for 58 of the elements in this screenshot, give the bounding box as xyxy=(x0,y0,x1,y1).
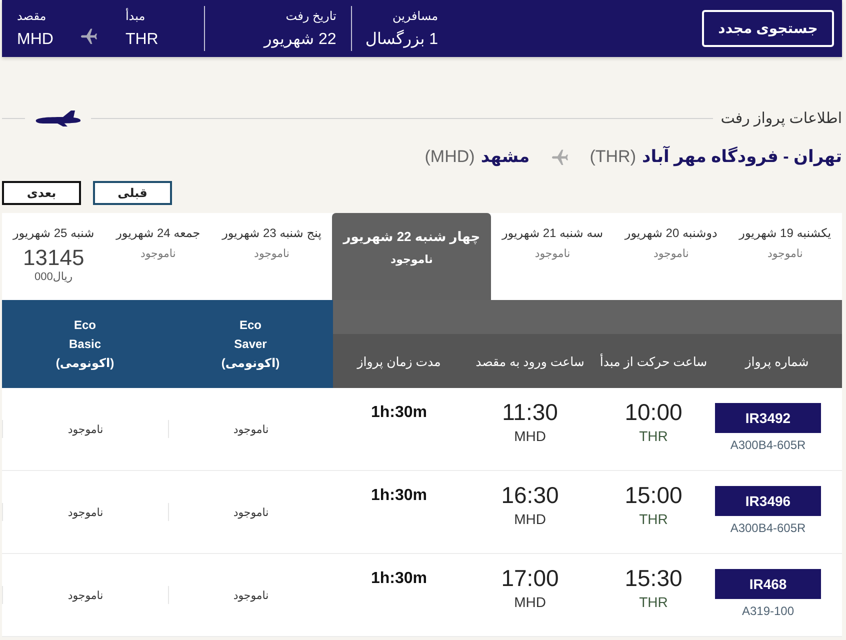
departure-time: 15:30 xyxy=(624,565,682,591)
column-header: شماره پرواز xyxy=(712,300,842,388)
flight-duration: 1h:30m xyxy=(370,486,428,506)
passengers-label: مسافرین xyxy=(392,8,438,24)
date-tab[interactable]: پنج شنبه 23 شهریور ناموجود xyxy=(211,213,332,300)
origin-value: THR xyxy=(125,30,158,48)
column-header: ساعت حرکت از مبدأ xyxy=(595,300,712,388)
origin-label: مبدأ xyxy=(125,8,146,24)
destination-code: (MHD) xyxy=(424,147,475,167)
arrival-airport: MHD xyxy=(514,594,546,610)
fare-status: ناموجود xyxy=(68,588,104,602)
date-value: 22 شهریور xyxy=(264,30,336,48)
column-header: Eco Basic (اکونومی) xyxy=(2,300,168,388)
airplane-icon xyxy=(552,149,568,165)
date-tab[interactable]: دوشنبه 20 شهریور ناموجود xyxy=(614,213,728,300)
date-tab[interactable]: سه شنبه 21 شهریور ناموجود xyxy=(491,213,614,300)
column-header: ساعت ورود به مقصد xyxy=(465,300,595,388)
section-title: اطلاعات پرواز رفت xyxy=(720,109,842,127)
date-label: تاریخ رفت xyxy=(286,8,336,24)
column-header: Eco Saver (اکونومی) xyxy=(168,300,333,388)
departure-time: 10:00 xyxy=(624,399,682,425)
airplane-icon xyxy=(35,109,81,127)
flight-number-badge: IR468 xyxy=(715,569,821,599)
date-tab[interactable]: چهار شنبه 22 شهریور ناموجود xyxy=(332,213,492,300)
arrival-time: 17:00 xyxy=(501,565,559,591)
aircraft-type: A319-100 xyxy=(742,604,794,618)
next-button[interactable]: بعدی xyxy=(2,181,81,205)
passengers-value: 1 بزرگسال xyxy=(365,30,438,48)
departure-airport: THR xyxy=(639,594,668,610)
destination-name: مشهد xyxy=(480,147,530,167)
fare-status: ناموجود xyxy=(68,506,104,518)
search-again-button[interactable]: جستجوی مجدد xyxy=(702,10,834,47)
destination-label: مقصد xyxy=(17,8,46,24)
departure-time: 15:00 xyxy=(624,482,682,508)
flight-duration: 1h:30m xyxy=(370,403,428,423)
previous-button[interactable]: قبلی xyxy=(93,181,172,205)
flight-number-badge: IR3492 xyxy=(715,403,821,433)
origin-code: (THR) xyxy=(590,147,636,167)
arrival-time: 11:30 xyxy=(502,399,558,425)
destination-value: MHD xyxy=(17,30,54,48)
flight-number-badge: IR3496 xyxy=(715,486,821,516)
arrival-airport: MHD xyxy=(514,511,546,527)
flight-duration: 1h:30m xyxy=(370,569,428,589)
date-tab[interactable]: یکشنبه 19 شهریور ناموجود xyxy=(728,213,842,300)
fare-status: ناموجود xyxy=(233,422,269,436)
aircraft-type: A300B4-605R xyxy=(730,438,806,452)
fare-status: ناموجود xyxy=(233,588,269,602)
departure-airport: THR xyxy=(639,428,668,444)
origin-name: تهران - فرودگاه مهر آباد xyxy=(642,147,842,167)
aircraft-type: A300B4-605R xyxy=(730,521,806,535)
arrival-airport: MHD xyxy=(514,428,546,444)
departure-airport: THR xyxy=(639,511,668,527)
airplane-icon xyxy=(81,28,98,44)
date-tab[interactable]: جمعه 24 شهریور ناموجود xyxy=(105,213,212,300)
arrival-time: 16:30 xyxy=(501,482,559,508)
column-header: مدت زمان پرواز xyxy=(333,300,465,388)
fare-status: ناموجود xyxy=(68,422,104,436)
fare-status: ناموجود xyxy=(233,506,269,518)
